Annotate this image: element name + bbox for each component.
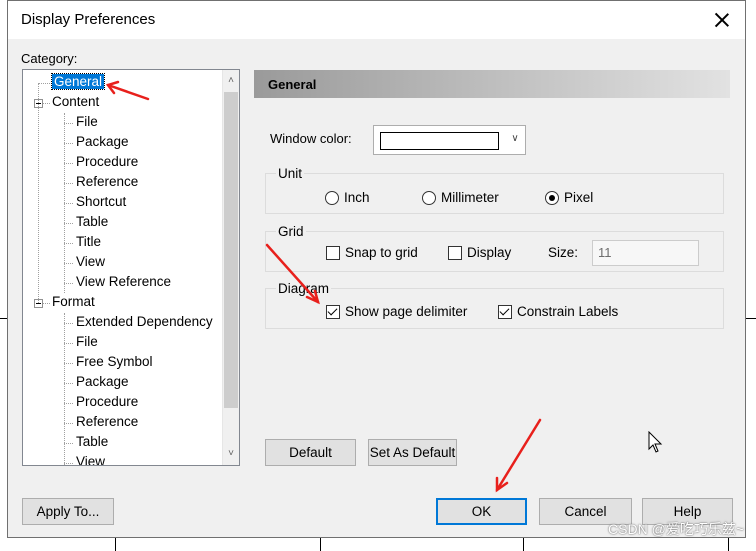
red-arrow-ok: [495, 418, 542, 492]
annotation-arrows: [105, 80, 542, 493]
csdn-watermark: CSDN @爱吃巧乐兹~: [608, 521, 744, 537]
red-arrow-page-delimiter: [265, 243, 320, 304]
